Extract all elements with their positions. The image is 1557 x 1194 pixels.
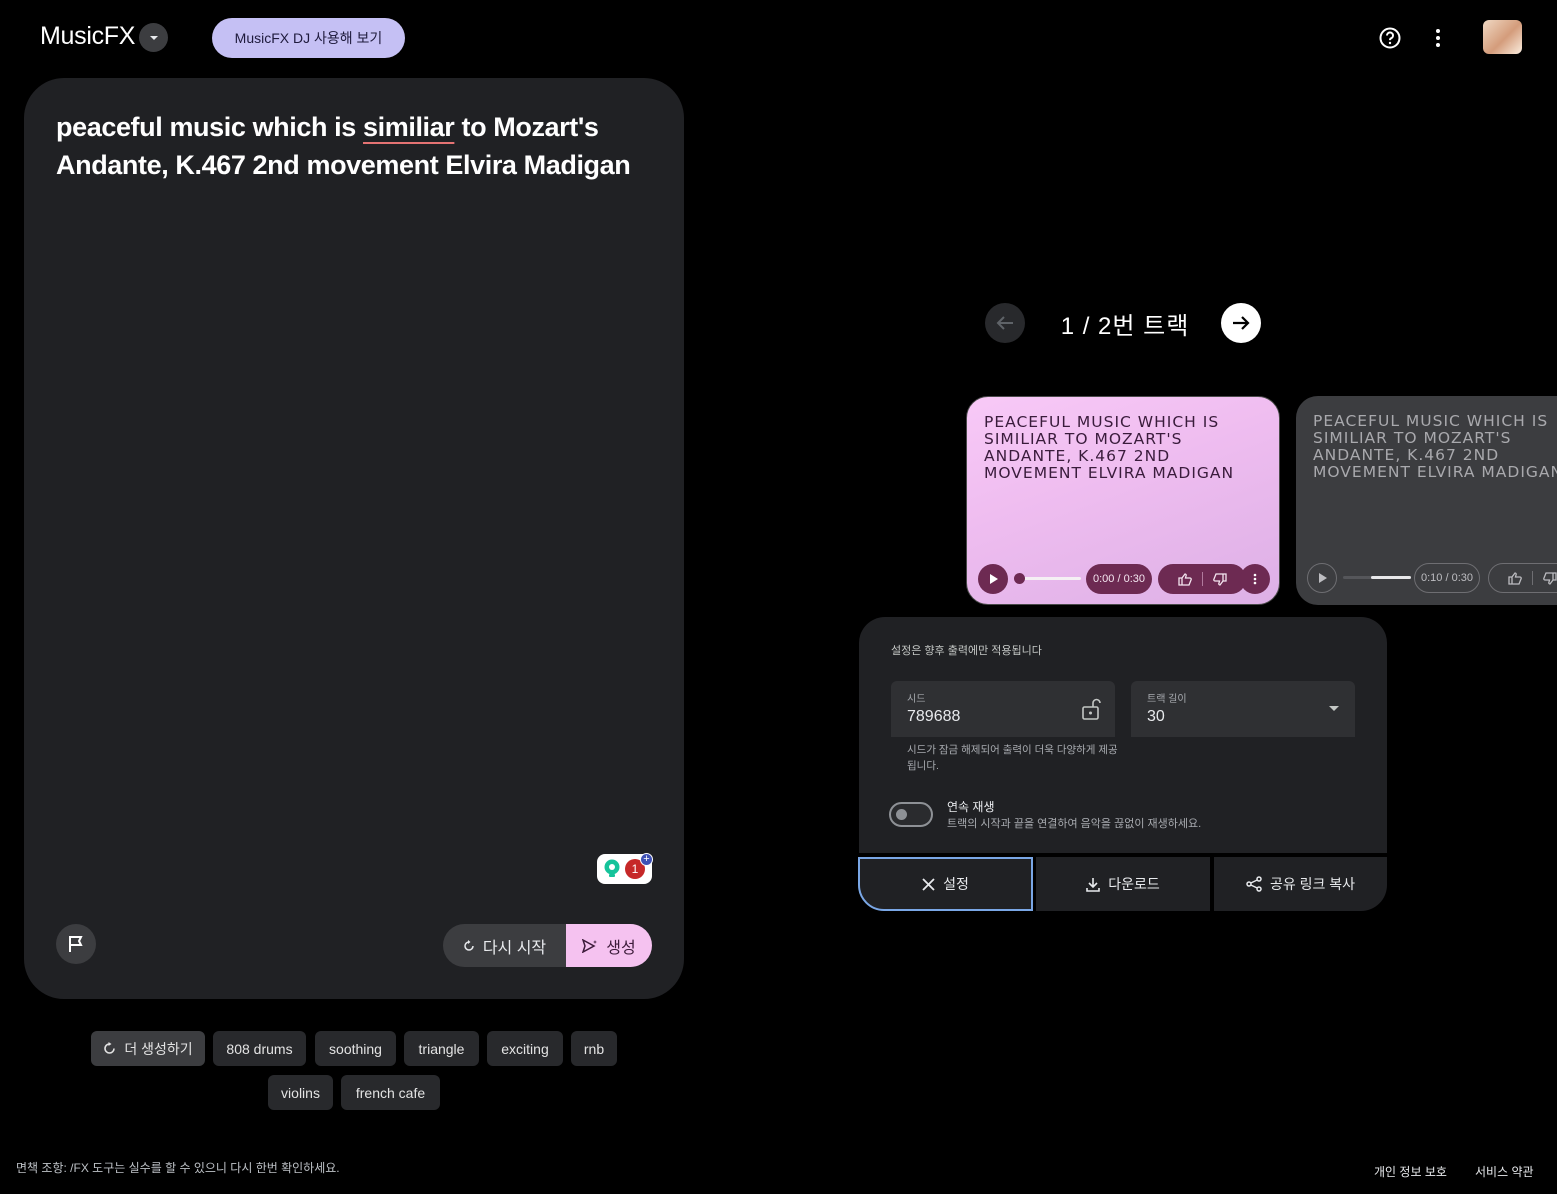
download-label: 다운로드 [1108,876,1160,892]
lock-open-icon[interactable] [1081,697,1101,721]
suggestion-chip[interactable]: triangle [404,1031,479,1066]
try-musicfx-dj-button[interactable]: MusicFX DJ 사용해 보기 [212,18,405,58]
app-logo[interactable]: MusicFX [40,22,135,51]
close-icon [922,877,935,891]
seed-value: 789688 [907,708,961,725]
more-vert-icon [1436,29,1440,47]
time-display: 0:10 / 0:30 [1414,563,1480,593]
play-button[interactable] [1307,563,1337,593]
caret-down-icon [1329,706,1339,711]
thumbs-up-icon[interactable] [1177,572,1192,586]
progress-fill [1371,576,1411,579]
rating-group [1488,563,1557,593]
app-switcher-button[interactable] [139,23,168,52]
track-title: peaceful music which is similiar to Moza… [1313,412,1557,481]
track-length-value: 30 [1147,708,1165,725]
prompt-card [24,78,684,999]
loop-title: 연속 재생 [947,800,995,814]
suggestion-chip[interactable]: violins [268,1075,333,1110]
generate-label: 생성 [606,939,636,957]
suggestion-chip[interactable]: exciting [487,1031,563,1066]
disclaimer-text: 면책 조항: /FX 도구는 실수를 할 수 있으니 다시 한번 확인하세요. [16,1161,340,1175]
thumbs-up-icon[interactable] [1507,571,1522,585]
suggestion-chip[interactable]: soothing [315,1031,396,1066]
more-vert-icon [1253,573,1257,585]
track-more-button[interactable] [1240,564,1270,594]
bulb-icon [604,859,620,877]
suggestion-chip[interactable]: french cafe [341,1075,440,1110]
generate-more-chip[interactable]: 더 생성하기 [91,1031,205,1066]
copy-share-link-button[interactable]: 공유 링크 복사 [1214,857,1387,911]
refresh-icon [464,939,474,951]
track-length-select[interactable]: 트랙 길이 30 [1131,681,1355,737]
play-icon [989,574,998,584]
track-length-label: 트랙 길이 [1147,694,1187,705]
next-track-button[interactable] [1221,303,1261,343]
reset-label: 다시 시작 [482,939,547,957]
reset-button[interactable]: 다시 시작 [443,924,566,967]
rating-group [1158,564,1246,594]
prompt-textarea[interactable]: peaceful music which is similiar to Moza… [56,108,656,184]
terms-link[interactable]: 서비스 약관 [1475,1163,1534,1180]
thumbs-down-icon[interactable] [1212,572,1227,586]
arrow-left-icon [996,316,1013,330]
report-button[interactable] [56,924,96,964]
account-avatar[interactable] [1483,20,1522,54]
toggle-knob [896,809,907,820]
seed-field[interactable]: 시드 789688 [891,681,1115,737]
play-button[interactable] [978,564,1008,594]
generate-more-label: 더 생성하기 [124,1040,193,1057]
help-icon [1379,27,1401,49]
download-button[interactable]: 다운로드 [1036,857,1210,911]
close-settings-button[interactable]: 설정 [858,857,1033,911]
track-card-2[interactable]: peaceful music which is similiar to Moza… [1296,396,1557,605]
copy-share-link-label: 공유 링크 복사 [1269,876,1356,892]
download-icon [1086,877,1101,892]
progress-slider[interactable] [1017,577,1081,580]
prompt-text-start: peaceful music which is [56,112,364,142]
play-icon [1318,573,1327,583]
close-settings-label: 설정 [943,876,969,892]
suggestion-chip[interactable]: rnb [571,1031,617,1066]
track-counter: 1 / 2번 트랙 [1060,313,1190,340]
track-title: peaceful music which is similiar to Moza… [984,413,1235,482]
flag-icon [69,936,83,952]
time-display: 0:00 / 0:30 [1086,564,1152,594]
generate-button[interactable]: 생성 [566,924,652,967]
suggestion-chip[interactable]: 808 drums [213,1031,306,1066]
privacy-link[interactable]: 개인 정보 보호 [1374,1163,1447,1180]
track-card-1[interactable]: peaceful music which is similiar to Moza… [966,396,1280,605]
more-options-button[interactable] [1422,22,1454,54]
seed-label: 시드 [907,694,926,705]
settings-note: 설정은 향후 출력에만 적용됩니다 [891,645,1042,657]
share-icon [1246,876,1262,892]
caret-down-icon [149,35,158,40]
seed-help-text: 시드가 잠금 해제되어 출력이 더욱 다양하게 제공됩니다. [907,744,1118,772]
loop-toggle[interactable] [889,802,933,827]
arrow-right-icon [1233,316,1250,330]
loop-description: 트랙의 시작과 끝을 연결하여 음악을 끊없이 재생하세요. [947,818,1202,830]
misspelled-word[interactable]: similiar [363,112,455,142]
send-spark-icon [582,938,598,953]
help-button[interactable] [1374,22,1406,54]
plus-icon: + [640,853,653,866]
previous-track-button[interactable] [985,303,1025,343]
progress-handle[interactable] [1014,573,1025,584]
refresh-icon [104,1042,116,1054]
thumbs-down-icon[interactable] [1542,571,1557,585]
